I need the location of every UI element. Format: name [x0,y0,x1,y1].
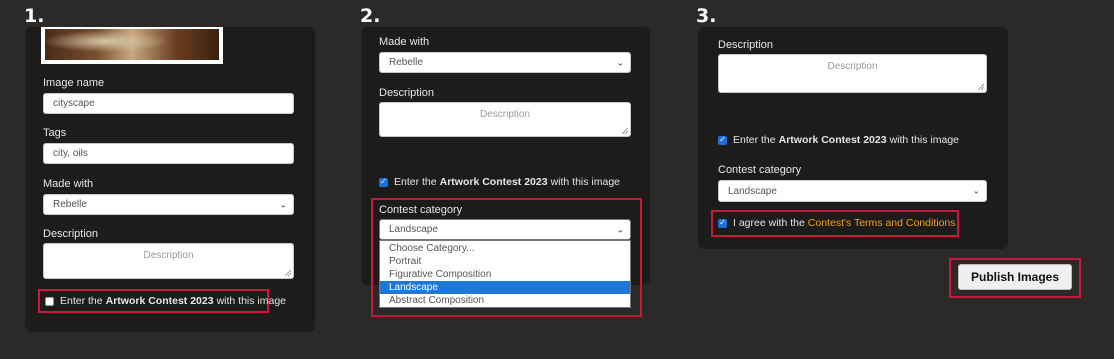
tags-label: Tags [43,127,67,139]
description-textarea[interactable]: Description [379,102,631,137]
description-placeholder: Description [479,109,531,120]
image-name-value: cityscape [53,98,95,109]
contest-category-select[interactable]: Landscape ⌄ [379,219,631,240]
description-placeholder: Description [827,61,878,72]
chevron-down-icon: ⌄ [616,224,624,234]
terms-checkbox[interactable]: ✓ [718,218,727,228]
contest-text-suffix: with this image [216,295,287,307]
contest-name: Artwork Contest 2023 [439,176,548,188]
publish-images-button[interactable]: Publish Images [958,264,1072,290]
step-number-3: 3. [696,5,717,27]
contest-name: Artwork Contest 2023 [105,295,214,307]
chevron-down-icon: ⌄ [279,199,287,209]
category-option[interactable]: Portrait [380,255,630,268]
made-with-label: Made with [43,178,94,190]
category-option[interactable]: Abstract Composition [380,294,630,307]
description-label: Description [43,228,99,240]
tags-input[interactable]: city, oils [43,143,294,164]
chevron-down-icon: ⌄ [616,57,624,67]
contest-text-suffix: with this image [550,176,621,188]
resize-handle-icon[interactable] [285,270,291,276]
made-with-value: Rebelle [53,199,87,210]
contest-checkbox-row[interactable]: ✓ Enter the Artwork Contest 2023 with th… [718,134,959,146]
category-option[interactable]: Figurative Composition [380,268,630,281]
description-textarea[interactable]: Description [718,54,987,93]
contest-category-value: Landscape [728,185,777,197]
contest-name: Artwork Contest 2023 [778,134,887,146]
image-name-input[interactable]: cityscape [43,93,294,114]
image-thumbnail [43,27,221,62]
resize-handle-icon[interactable] [978,84,984,90]
contest-text-prefix: Enter the [733,134,776,146]
contest-text-prefix: Enter the [60,295,103,307]
step-number-2: 2. [360,5,381,27]
made-with-label: Made with [379,36,430,48]
category-option[interactable]: Choose Category... [380,242,630,255]
description-textarea[interactable]: Description [43,243,294,279]
contest-checkbox-row[interactable]: Enter the Artwork Contest 2023 with this… [45,295,286,307]
description-label: Description [718,39,774,51]
contest-checkbox-row[interactable]: ✓ Enter the Artwork Contest 2023 with th… [379,176,620,188]
contest-category-select[interactable]: Landscape ⌄ [718,180,987,202]
made-with-select[interactable]: Rebelle ⌄ [379,52,631,73]
contest-category-value: Landscape [389,224,438,235]
description-label: Description [379,87,435,99]
made-with-value: Rebelle [389,57,423,68]
step-number-1: 1. [24,5,45,27]
contest-text-prefix: Enter the [394,176,437,188]
contest-category-label: Contest category [379,204,463,216]
tags-value: city, oils [53,148,88,159]
contest-text-suffix: with this image [889,134,960,146]
contest-category-dropdown[interactable]: Choose Category... Portrait Figurative C… [379,240,631,308]
description-placeholder: Description [143,250,194,261]
chevron-down-icon: ⌄ [972,185,980,196]
resize-handle-icon[interactable] [622,128,628,134]
terms-text-prefix: I agree with the [733,217,805,229]
terms-link[interactable]: Contest's Terms and Conditions [808,217,956,229]
contest-checkbox[interactable]: ✓ [379,177,388,187]
contest-checkbox[interactable] [45,296,54,306]
contest-category-label: Contest category [718,164,802,176]
category-option-selected[interactable]: Landscape [380,281,630,294]
contest-checkbox[interactable]: ✓ [718,135,727,145]
image-name-label: Image name [43,77,105,89]
terms-checkbox-row[interactable]: ✓ I agree with the Contest's Terms and C… [718,217,956,229]
made-with-select[interactable]: Rebelle ⌄ [43,194,294,215]
